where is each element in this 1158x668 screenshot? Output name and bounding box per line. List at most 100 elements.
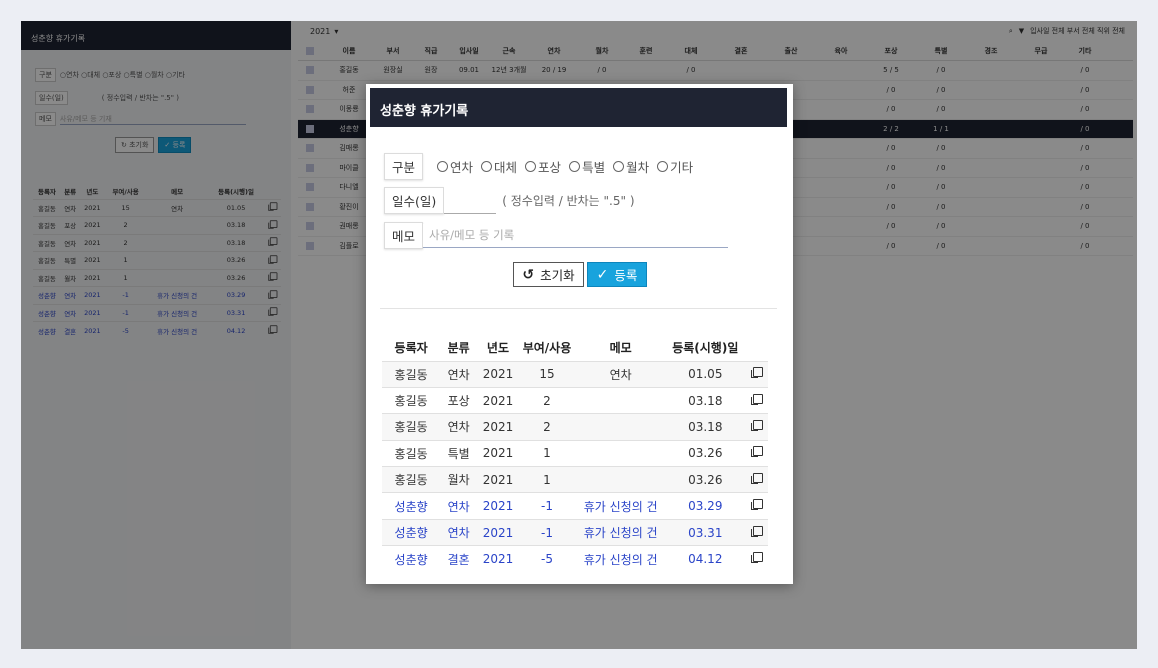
record-amount-cell: 1: [518, 466, 576, 493]
type-radio-option[interactable]: 특별: [569, 157, 605, 176]
record-year-cell: 2021: [477, 518, 519, 546]
copy-icon[interactable]: [750, 367, 763, 379]
record-memo-cell: 휴가 신청의 건: [575, 545, 667, 573]
record-action-cell: [744, 466, 768, 493]
record-action-cell: [744, 545, 768, 573]
record-action-cell: [744, 492, 768, 520]
type-radio-option[interactable]: 포상: [525, 157, 561, 176]
copy-icon[interactable]: [750, 552, 763, 564]
record-type-cell: 연차: [440, 492, 478, 520]
leave-record-table: 등록자 분류 년도 부여/사용 메모 등록(시행)일 홍길동 연차 2021 15 연차 01.05…: [382, 335, 768, 573]
type-label: 구분: [384, 153, 424, 180]
leave-record-modal: 성춘향 휴가기록 구분 연차 대체 포상 특별 월차 기타 일수(일) ( 정수입력 / …: [366, 84, 793, 584]
record-date-cell: 04.12: [666, 545, 745, 573]
radio-circle-icon[interactable]: [569, 161, 581, 172]
record-author-cell: 홍길동: [382, 360, 441, 388]
table-row: 홍길동 월차 2021 1 03.26: [382, 466, 768, 493]
record-author-cell: 성춘향: [382, 492, 441, 520]
copy-icon[interactable]: [750, 525, 763, 537]
record-memo-cell: 휴가 신청의 건: [575, 518, 667, 546]
copy-icon[interactable]: [750, 446, 763, 458]
radio-circle-icon[interactable]: [481, 161, 493, 172]
record-action-cell: [744, 518, 768, 546]
record-memo-cell: [575, 466, 667, 493]
type-radio-option[interactable]: 기타: [657, 157, 693, 176]
save-button[interactable]: ✓ 등록: [587, 262, 647, 287]
record-amount-cell: 15: [518, 360, 576, 388]
record-memo-cell: 휴가 신청의 건: [575, 492, 667, 520]
type-row: 구분 연차 대체 포상 특별 월차 기타: [384, 153, 693, 180]
record-amount-cell: -1: [518, 518, 576, 546]
record-date-cell: 03.26: [666, 439, 745, 467]
column-header: 메모: [609, 341, 632, 356]
record-year-cell: 2021: [477, 360, 519, 388]
table-row: 성춘향 연차 2021 -1 휴가 신청의 건 03.29: [382, 492, 768, 520]
days-row: 일수(일) ( 정수입력 / 반차는 ".5" ): [384, 187, 635, 214]
record-memo-cell: [575, 439, 667, 467]
record-author-cell: 홍길동: [382, 413, 441, 441]
column-header: 등록(시행)일: [672, 341, 739, 356]
record-type-cell: 연차: [440, 360, 478, 388]
type-radio-label: 특별: [582, 160, 606, 175]
type-radio-option[interactable]: 월차: [613, 157, 649, 176]
copy-icon[interactable]: [750, 499, 763, 511]
record-date-cell: 03.31: [666, 518, 745, 546]
record-year-cell: 2021: [477, 439, 519, 467]
record-memo-cell: [575, 413, 667, 441]
column-header-actions: [744, 335, 768, 361]
copy-icon[interactable]: [750, 419, 763, 431]
type-radio-option[interactable]: 대체: [481, 157, 517, 176]
column-header: 등록자: [394, 341, 428, 356]
record-amount-cell: -5: [518, 545, 576, 573]
table-row: 홍길동 포상 2021 2 03.18: [382, 386, 768, 414]
record-author-cell: 홍길동: [382, 386, 441, 414]
type-radio-group: 연차 대체 포상 특별 월차 기타: [437, 157, 693, 176]
record-type-cell: 월차: [440, 466, 478, 493]
days-label: 일수(일): [384, 187, 445, 214]
record-type-cell: 연차: [440, 518, 478, 546]
record-type-cell: 특별: [440, 439, 478, 467]
divider: [380, 308, 777, 309]
record-date-cell: 01.05: [666, 360, 745, 388]
type-radio-label: 대체: [494, 160, 518, 175]
days-input[interactable]: [444, 187, 497, 214]
type-radio-label: 기타: [670, 160, 694, 175]
record-date-cell: 03.26: [666, 466, 745, 493]
record-author-cell: 성춘향: [382, 518, 441, 546]
record-action-cell: [744, 360, 768, 388]
record-date-cell: 03.18: [666, 386, 745, 414]
record-author-cell: 성춘향: [382, 545, 441, 573]
column-header: 분류: [447, 341, 470, 356]
table-row: 홍길동 연차 2021 2 03.18: [382, 413, 768, 441]
record-type-cell: 포상: [440, 386, 478, 414]
table-row: 성춘향 연차 2021 -1 휴가 신청의 건 03.31: [382, 518, 768, 546]
copy-icon[interactable]: [750, 393, 763, 405]
record-memo-cell: [575, 386, 667, 414]
reset-icon: ↺: [522, 266, 535, 283]
reset-button-label: 초기화: [540, 268, 575, 283]
copy-icon[interactable]: [750, 472, 763, 484]
radio-circle-icon[interactable]: [525, 161, 537, 172]
record-amount-cell: 1: [518, 439, 576, 467]
record-author-cell: 홍길동: [382, 439, 441, 467]
memo-input[interactable]: [423, 223, 729, 248]
table-row: 홍길동 연차 2021 15 연차 01.05: [382, 360, 768, 388]
table-row: 홍길동 특별 2021 1 03.26: [382, 439, 768, 467]
record-date-cell: 03.18: [666, 413, 745, 441]
record-action-cell: [744, 386, 768, 414]
reset-button[interactable]: ↺ 초기화: [513, 262, 584, 287]
record-type-cell: 결혼: [440, 545, 478, 573]
record-year-cell: 2021: [477, 492, 519, 520]
record-amount-cell: -1: [518, 492, 576, 520]
radio-circle-icon[interactable]: [657, 161, 669, 172]
record-action-cell: [744, 413, 768, 441]
column-header: 년도: [486, 341, 510, 356]
radio-circle-icon[interactable]: [613, 161, 625, 172]
column-header: 부여/사용: [522, 341, 572, 356]
type-radio-option[interactable]: 연차: [437, 157, 473, 176]
memo-row: 메모: [384, 222, 729, 249]
record-action-cell: [744, 439, 768, 467]
record-type-cell: 연차: [440, 413, 478, 441]
record-year-cell: 2021: [477, 466, 519, 493]
radio-circle-icon[interactable]: [437, 161, 449, 172]
